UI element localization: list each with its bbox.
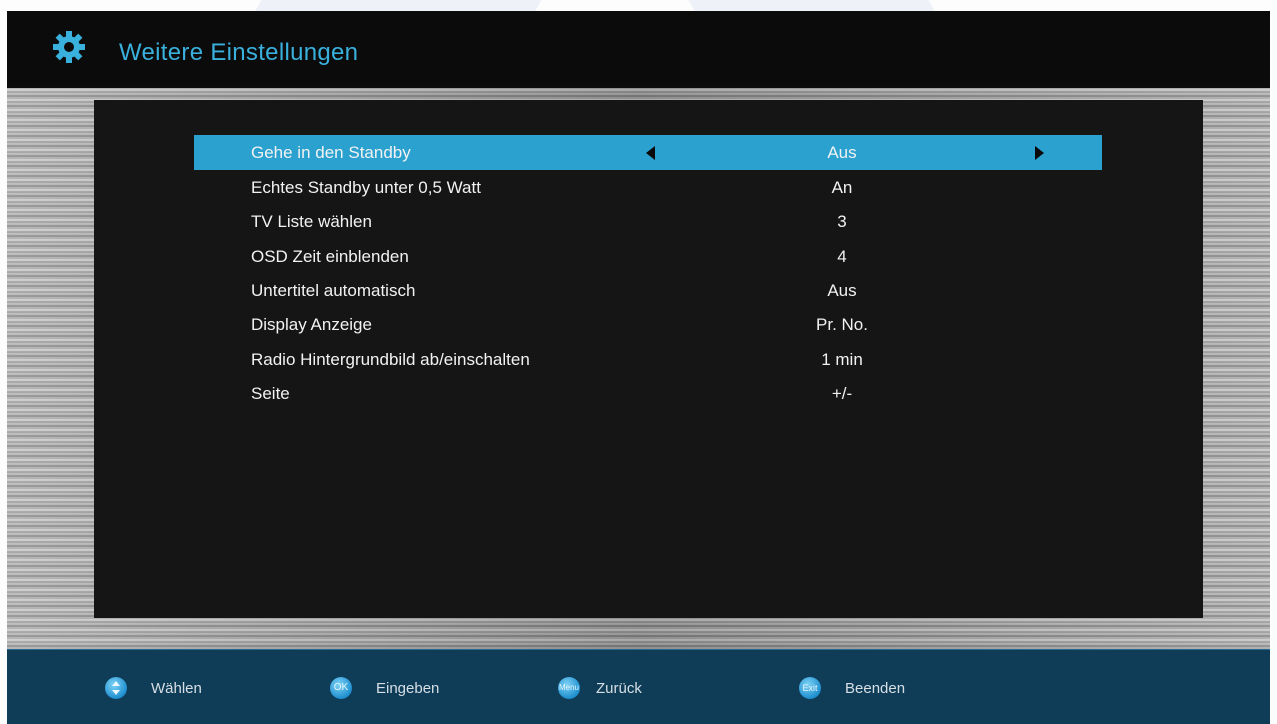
help-label: Wählen [151, 680, 202, 697]
menu-item-label: Gehe in den Standby [251, 143, 411, 162]
menu-item-osd-zeit[interactable]: OSD Zeit einblenden 4 [194, 239, 1102, 274]
menu-item-label: Radio Hintergrundbild ab/einschalten [251, 350, 530, 369]
menu-item-label: OSD Zeit einblenden [251, 247, 409, 266]
help-label: Zurück [596, 680, 642, 697]
menu-item-radio-hintergrund[interactable]: Radio Hintergrundbild ab/einschalten 1 m… [194, 342, 1102, 377]
menu-item-value: Pr. No. [816, 315, 868, 334]
menu-item-value: +/- [831, 384, 853, 403]
arrow-left-icon[interactable] [646, 146, 655, 160]
menu-item-untertitel[interactable]: Untertitel automatisch Aus [194, 273, 1102, 308]
tv-screen: Weitere Einstellungen Gehe in den Standb… [7, 11, 1270, 724]
menu-item-tv-liste[interactable]: TV Liste wählen 3 [194, 204, 1102, 239]
menu-item-value: Aus [827, 143, 857, 162]
menu-item-value: 1 min [821, 350, 863, 369]
help-label: Beenden [845, 680, 906, 697]
gear-icon [53, 31, 85, 63]
menu-item-label: TV Liste wählen [251, 212, 372, 231]
settings-panel: Gehe in den Standby Aus Echtes Standby u… [94, 100, 1203, 618]
menu-item-value: 4 [837, 247, 847, 266]
menu-item-label: Echtes Standby unter 0,5 Watt [251, 178, 481, 197]
up-down-arrows-icon [105, 677, 127, 699]
arrow-right-icon[interactable] [1035, 146, 1044, 160]
page-title: Weitere Einstellungen [119, 39, 359, 66]
menu-item-value: An [831, 178, 853, 197]
menu-item-label: Seite [251, 384, 290, 403]
menu-item-standby[interactable]: Gehe in den Standby Aus [194, 135, 1102, 170]
help-bar: Wählen OK Eingeben Menu Zurück Exit Been… [7, 649, 1270, 724]
ok-button-icon: OK [330, 677, 352, 699]
menu-item-value: Aus [827, 281, 857, 300]
help-label: Eingeben [376, 680, 440, 697]
exit-button-icon: Exit [799, 677, 821, 699]
menu-header: Weitere Einstellungen [7, 11, 1270, 87]
menu-item-label: Untertitel automatisch [251, 281, 416, 300]
menu-item-value: 3 [837, 212, 847, 231]
menu-button-icon: Menu [558, 677, 580, 699]
menu-item-display-anzeige[interactable]: Display Anzeige Pr. No. [194, 307, 1102, 342]
menu-item-seite[interactable]: Seite +/- [194, 376, 1102, 411]
menu-item-echtes-standby[interactable]: Echtes Standby unter 0,5 Watt An [194, 170, 1102, 205]
menu-item-label: Display Anzeige [251, 315, 372, 334]
